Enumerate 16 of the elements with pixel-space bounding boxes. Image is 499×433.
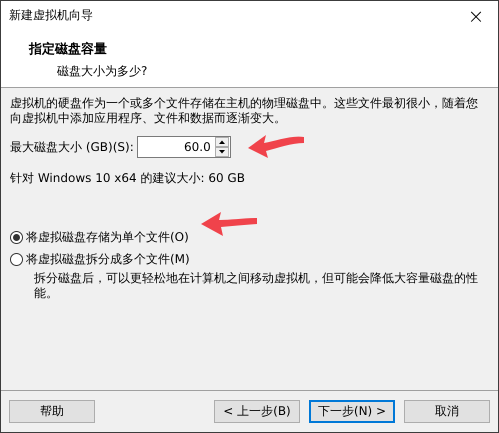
wizard-button[interactable]: 取消	[404, 400, 490, 423]
radio-label[interactable]: 将虚拟磁盘存储为单个文件(O)	[26, 228, 189, 246]
intro-text: 虚拟机的硬盘作为一个或多个文件存储在主机的物理磁盘中。这些文件最初很小，随着您向虚拟机中添加应用程序、文件和数据而逐渐变大。	[10, 96, 479, 126]
recommended-size-text: 针对 Windows 10 x64 的建议大小: 60 GB	[10, 170, 246, 187]
radio-button[interactable]	[10, 230, 23, 244]
page-title: 指定磁盘容量	[29, 40, 108, 58]
radio-label[interactable]: 将虚拟磁盘拆分成多个文件(M)	[26, 250, 190, 268]
help-button[interactable]: 帮助	[9, 400, 95, 423]
page-subtitle: 磁盘大小为多少?	[57, 63, 148, 80]
radio-button[interactable]	[10, 252, 23, 266]
option-description: 拆分磁盘后，可以更轻松地在计算机之间移动虚拟机，但可能会降低大容量磁盘的性能。	[34, 271, 479, 301]
wizard-button[interactable]: < 上一步(B)	[214, 400, 300, 423]
window-title: 新建虚拟机向导	[9, 7, 93, 24]
disk-size-label: 最大磁盘大小 (GB)(S):	[10, 138, 134, 156]
wizard-button[interactable]: 下一步(N) >	[309, 400, 395, 423]
close-button[interactable]: ×	[454, 1, 498, 30]
